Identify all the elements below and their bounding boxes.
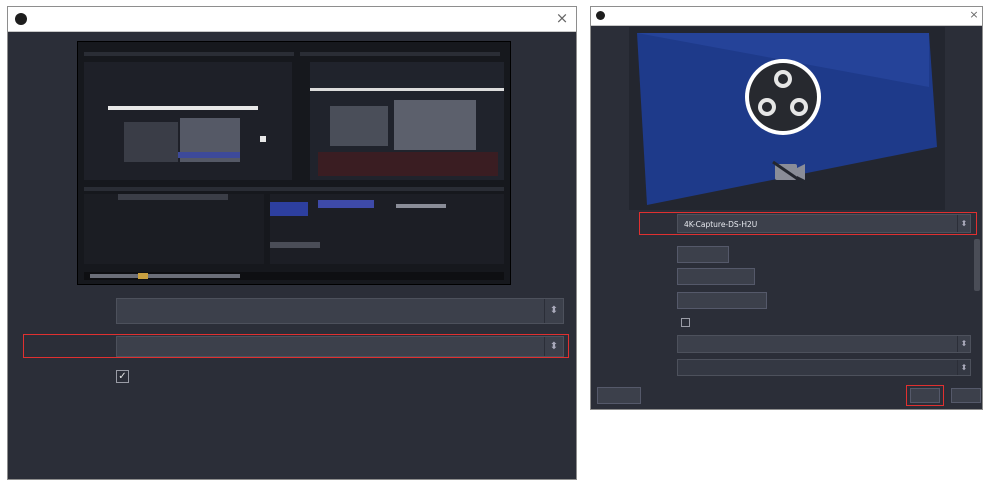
video-capture-device-properties-dialog: × 4K-Capture-DS-H2U ⬍ ⬍ ⬍ [590, 6, 983, 410]
chevron-updown-icon[interactable]: ⬍ [544, 299, 563, 323]
display-capture-properties-dialog: × ⬍ ⬍ ✓ [7, 6, 577, 480]
title-bar: × [591, 7, 982, 26]
ok-button[interactable] [910, 388, 940, 403]
preview-screenshot [78, 42, 510, 284]
title-bar: × [8, 7, 576, 32]
device-value: 4K-Capture-DS-H2U [684, 220, 758, 229]
capture-method-select[interactable]: ⬍ [116, 298, 564, 324]
obs-studio-logo [745, 59, 821, 135]
resolution-select[interactable]: ⬍ [677, 359, 971, 376]
chevron-updown-icon[interactable]: ⬍ [957, 336, 970, 352]
deactivate-button[interactable] [677, 246, 729, 263]
close-icon[interactable]: × [968, 8, 980, 21]
obs-logo-icon [596, 11, 605, 20]
display-select[interactable]: ⬍ [116, 336, 564, 357]
capture-cursor-checkbox[interactable]: ✓ [116, 370, 129, 383]
device-select[interactable]: 4K-Capture-DS-H2U ⬍ [677, 214, 971, 233]
configure-crossbar-button[interactable] [677, 292, 767, 309]
defaults-button[interactable] [597, 387, 641, 404]
preview-pane [77, 41, 511, 285]
close-icon[interactable]: × [554, 9, 570, 27]
chevron-updown-icon[interactable]: ⬍ [957, 215, 970, 232]
chevron-updown-icon[interactable]: ⬍ [544, 337, 563, 356]
resolution-fps-type-select[interactable]: ⬍ [677, 335, 971, 353]
cancel-button[interactable] [951, 388, 981, 403]
deactivate-when-not-showing-checkbox[interactable] [681, 318, 690, 327]
chevron-updown-icon[interactable]: ⬍ [957, 360, 970, 375]
scrollbar[interactable] [974, 239, 980, 291]
configure-video-button[interactable] [677, 268, 755, 285]
obs-logo-icon [15, 13, 27, 25]
preview-pane [629, 27, 945, 210]
